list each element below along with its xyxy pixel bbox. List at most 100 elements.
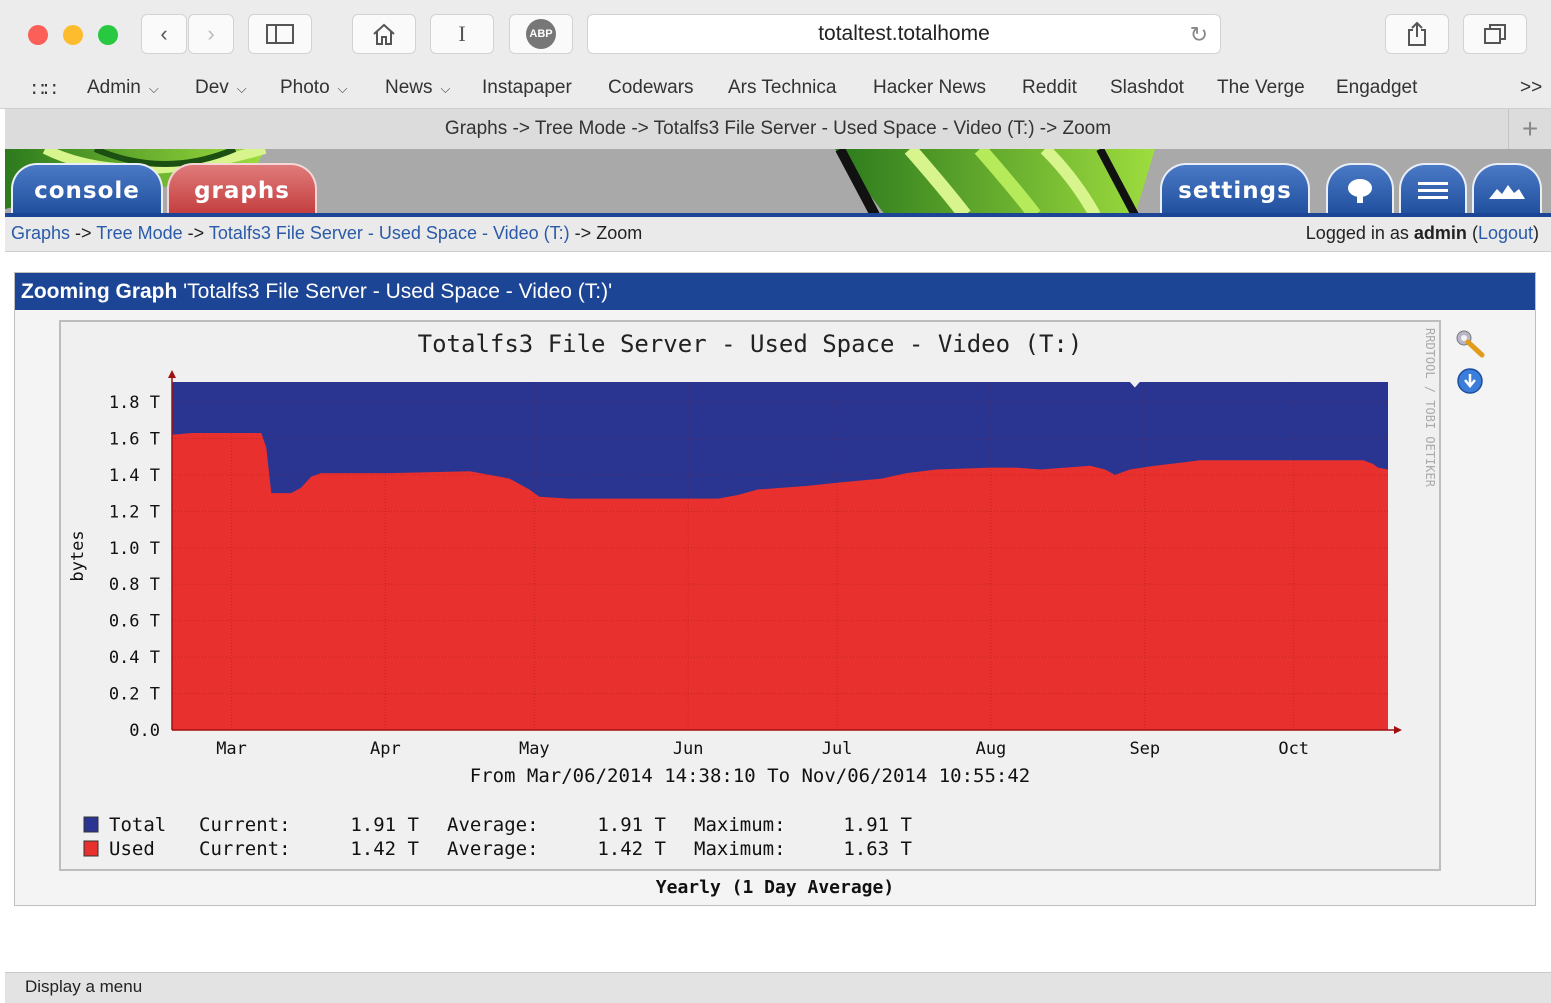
legend-maximum-label: Maximum: bbox=[694, 814, 786, 836]
time-range: From Mar/06/2014 14:38:10 To Nov/06/2014… bbox=[470, 765, 1031, 787]
y-axis-label: bytes bbox=[68, 530, 88, 581]
graph-image[interactable]: Totalfs3 File Server - Used Space - Vide… bbox=[59, 320, 1441, 871]
reload-icon[interactable]: ↻ bbox=[1190, 22, 1208, 48]
legend-maximum-value: 1.91 T bbox=[843, 814, 912, 836]
cacti-header: console graphs settings bbox=[5, 149, 1551, 215]
sidebar-toggle-button[interactable] bbox=[248, 14, 312, 54]
bookmark-ars-technica[interactable]: Ars Technica bbox=[728, 77, 836, 99]
x-tick-label: May bbox=[519, 739, 550, 759]
x-tick-label: Oct bbox=[1278, 739, 1309, 759]
tab-graphs[interactable]: graphs bbox=[167, 163, 317, 215]
y-tick-label: 0.4 T bbox=[109, 648, 160, 668]
breadcrumb: Graphs -> Tree Mode -> Totalfs3 File Ser… bbox=[11, 223, 642, 244]
bookmark-engadget[interactable]: Engadget bbox=[1336, 77, 1417, 99]
share-button[interactable] bbox=[1385, 14, 1449, 54]
breadcrumb-item-link[interactable]: Totalfs3 File Server - Used Space - Vide… bbox=[209, 223, 570, 243]
logout-link[interactable]: Logout bbox=[1478, 223, 1533, 243]
tab-title: Graphs -> Tree Mode -> Totalfs3 File Ser… bbox=[444, 118, 1112, 139]
y-axis-arrow bbox=[168, 370, 176, 378]
forward-button[interactable]: › bbox=[188, 14, 234, 54]
tab-console[interactable]: console bbox=[11, 163, 163, 215]
zoom-window-button[interactable] bbox=[98, 25, 118, 45]
chevron-down-icon: ⌵ bbox=[440, 81, 451, 96]
tree-icon bbox=[1348, 179, 1372, 203]
chart-title: Totalfs3 File Server - Used Space - Vide… bbox=[418, 330, 1083, 358]
tabs-overview-button[interactable] bbox=[1463, 14, 1527, 54]
panel-title: Zooming Graph 'Totalfs3 File Server - Us… bbox=[15, 273, 1535, 310]
bookmark-slashdot[interactable]: Slashdot bbox=[1110, 77, 1184, 99]
legend-average-value: 1.42 T bbox=[597, 838, 666, 860]
breadcrumb-tree-link[interactable]: Tree Mode bbox=[96, 223, 182, 243]
bookmark-news[interactable]: News ⌵ bbox=[385, 77, 450, 99]
zoom-panel: Zooming Graph 'Totalfs3 File Server - Us… bbox=[14, 272, 1536, 906]
mountain-chart-icon bbox=[1489, 185, 1525, 199]
bookmark-admin[interactable]: Admin ⌵ bbox=[87, 77, 159, 99]
back-button[interactable]: ‹ bbox=[141, 14, 187, 54]
y-tick-label: 1.2 T bbox=[109, 502, 160, 522]
sidebar-icon bbox=[266, 24, 294, 44]
bookmark-label: Dev bbox=[195, 77, 229, 98]
bookmark-reddit[interactable]: Reddit bbox=[1022, 77, 1077, 99]
apps-grid-icon[interactable]: ∷∷ bbox=[32, 77, 56, 102]
login-prefix: Logged in as bbox=[1305, 223, 1409, 243]
x-tick-label: Aug bbox=[976, 739, 1007, 759]
adblock-button[interactable]: ABP bbox=[509, 14, 573, 54]
legend-current-label: Current: bbox=[199, 838, 291, 860]
y-tick-label: 1.4 T bbox=[109, 466, 160, 486]
graph-caption: Yearly (1 Day Average) bbox=[655, 877, 895, 898]
y-tick-label: 0.6 T bbox=[109, 612, 160, 632]
wrench-icon[interactable] bbox=[1455, 329, 1485, 359]
tree-view-button[interactable] bbox=[1326, 163, 1394, 215]
legend-swatch-total bbox=[83, 816, 99, 833]
chevron-down-icon: ⌵ bbox=[236, 81, 247, 96]
y-tick-label: 0.8 T bbox=[109, 575, 160, 595]
status-bar: Display a menu bbox=[5, 972, 1551, 1003]
panel-title-text: 'Totalfs3 File Server - Used Space - Vid… bbox=[183, 279, 613, 303]
legend-maximum-label: Maximum: bbox=[694, 838, 786, 860]
list-icon bbox=[1418, 182, 1448, 199]
y-tick-label: 1.0 T bbox=[109, 539, 160, 559]
x-tick-label: Mar bbox=[216, 739, 247, 759]
bookmark-codewars[interactable]: Codewars bbox=[608, 77, 694, 99]
address-bar[interactable]: totaltest.totalhome ↻ bbox=[587, 14, 1221, 54]
x-axis-arrow bbox=[1394, 726, 1402, 734]
legend-current-value: 1.91 T bbox=[350, 814, 419, 836]
chevron-down-icon: ⌵ bbox=[337, 81, 348, 96]
y-tick-label: 0.2 T bbox=[109, 685, 160, 705]
legend-average-label: Average: bbox=[447, 814, 539, 836]
breadcrumb-current: Zoom bbox=[596, 223, 643, 243]
x-tick-label: Sep bbox=[1129, 739, 1160, 759]
instapaper-button[interactable]: I bbox=[430, 14, 494, 54]
home-button[interactable] bbox=[352, 14, 416, 54]
rrd-chart[interactable]: Totalfs3 File Server - Used Space - Vide… bbox=[61, 322, 1439, 869]
legend-current-label: Current: bbox=[199, 814, 291, 836]
preview-view-button[interactable] bbox=[1472, 163, 1542, 215]
y-tick-label: 1.8 T bbox=[109, 393, 160, 413]
tab-settings[interactable]: settings bbox=[1160, 163, 1310, 215]
x-tick-label: Apr bbox=[370, 739, 401, 759]
download-icon[interactable] bbox=[1455, 366, 1485, 396]
list-view-button[interactable] bbox=[1399, 163, 1467, 215]
chevron-right-icon: › bbox=[207, 21, 215, 46]
url-text: totaltest.totalhome bbox=[818, 22, 990, 45]
bookmark-the-verge[interactable]: The Verge bbox=[1217, 77, 1305, 99]
close-window-button[interactable] bbox=[28, 25, 48, 45]
home-icon bbox=[373, 23, 395, 45]
minimize-window-button[interactable] bbox=[63, 25, 83, 45]
new-tab-button[interactable]: + bbox=[1508, 109, 1551, 149]
breadcrumb-separator: -> bbox=[187, 223, 205, 243]
legend-average-label: Average: bbox=[447, 838, 539, 860]
bookmark-photo[interactable]: Photo ⌵ bbox=[280, 77, 348, 99]
bookmark-hacker-news[interactable]: Hacker News bbox=[873, 77, 986, 99]
plus-icon: + bbox=[1521, 113, 1539, 144]
bookmark-label: Photo bbox=[280, 77, 330, 98]
bookmarks-overflow-button[interactable]: >> bbox=[1520, 77, 1542, 99]
browser-tab[interactable]: Graphs -> Tree Mode -> Totalfs3 File Ser… bbox=[5, 109, 1551, 150]
rrdtool-watermark: RRDTOOL / TOBI OETIKER bbox=[1423, 328, 1437, 488]
breadcrumb-graphs-link[interactable]: Graphs bbox=[11, 223, 70, 243]
adblock-icon: ABP bbox=[526, 19, 556, 49]
bookmark-dev[interactable]: Dev ⌵ bbox=[195, 77, 247, 99]
chevron-left-icon: ‹ bbox=[160, 21, 168, 46]
login-user: admin bbox=[1413, 223, 1467, 243]
bookmark-instapaper[interactable]: Instapaper bbox=[482, 77, 572, 99]
